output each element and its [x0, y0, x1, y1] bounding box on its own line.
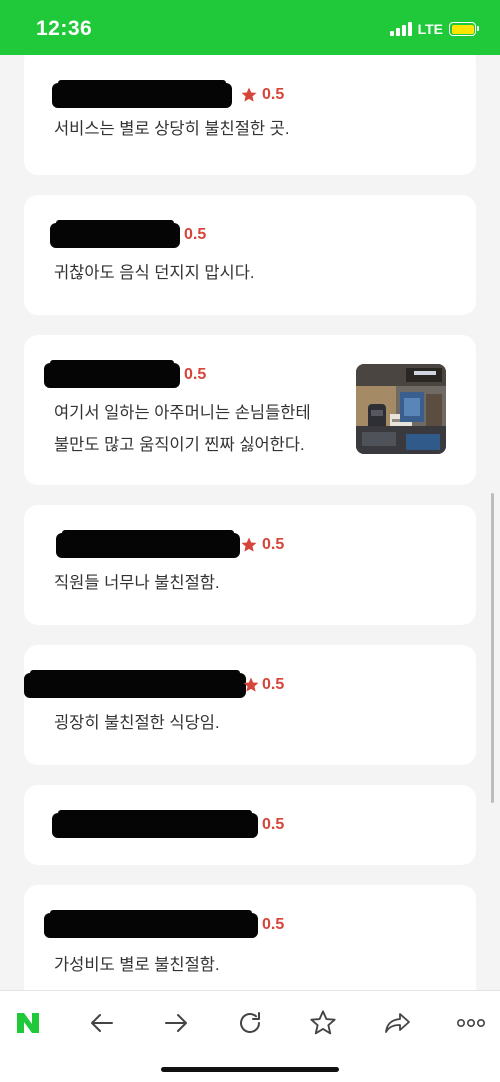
review-card[interactable]: 0.5 직원들 너무나 불친절함. — [24, 505, 476, 625]
star-icon — [241, 537, 257, 552]
redacted-username — [56, 530, 240, 558]
redacted-username — [44, 910, 258, 938]
review-card[interactable]: 0.5 서비스는 별로 상당히 불친절한 곳. — [24, 55, 476, 175]
review-card[interactable]: 0.5 굉장히 불친절한 식당임. — [24, 645, 476, 765]
review-text: 귀찮아도 음식 던지지 맙시다. — [54, 264, 255, 282]
more-icon[interactable] — [451, 1003, 491, 1043]
review-text: 여기서 일하는 아주머니는 손님들한테 — [54, 404, 311, 422]
network-type: LTE — [417, 21, 443, 37]
review-text: 서비스는 별로 상당히 불친절한 곳. — [54, 120, 290, 138]
back-arrow-icon[interactable] — [82, 1003, 122, 1043]
scrollbar[interactable] — [491, 493, 494, 803]
redacted-username — [52, 80, 232, 108]
forward-arrow-icon[interactable] — [156, 1003, 196, 1043]
review-text: 굉장히 불친절한 식당임. — [54, 714, 220, 732]
review-card[interactable]: 0.5 — [24, 785, 476, 865]
review-score: 0.5 — [262, 86, 285, 103]
review-score: 0.5 — [184, 226, 207, 243]
review-score: 0.5 — [262, 816, 285, 833]
review-text: 가성비도 별로 불친절함. — [54, 956, 220, 974]
review-card[interactable]: 0.5 귀찮아도 음식 던지지 맙시다. — [24, 195, 476, 315]
redacted-username — [24, 670, 246, 698]
review-photo[interactable] — [356, 364, 446, 454]
review-card[interactable]: 0.5 여기서 일하는 아주머니는 손님들한테 불만도 많고 움직이기 찐짜 싫… — [24, 335, 476, 485]
share-icon[interactable] — [377, 1003, 417, 1043]
status-indicators: LTE — [389, 21, 479, 37]
review-score: 0.5 — [262, 916, 285, 933]
reload-icon[interactable] — [230, 1003, 270, 1043]
browser-toolbar — [0, 990, 500, 1082]
star-icon — [243, 677, 259, 692]
review-score: 0.5 — [184, 366, 207, 383]
redacted-username — [50, 220, 180, 248]
signal-icon — [389, 22, 412, 36]
redacted-username — [52, 810, 258, 838]
status-bar: 12:36 LTE — [0, 0, 500, 55]
status-time: 12:36 — [36, 17, 93, 40]
review-text-line2: 불만도 많고 움직이기 찐짜 싫어한다. — [54, 436, 305, 454]
review-card[interactable]: 0.5 가성비도 별로 불친절함. — [24, 885, 476, 990]
battery-icon — [449, 22, 479, 36]
home-indicator[interactable] — [161, 1067, 339, 1072]
star-outline-icon[interactable] — [303, 1003, 343, 1043]
review-list[interactable]: 0.5 서비스는 별로 상당히 불친절한 곳. 0.5 귀찮아도 음식 던지지 … — [0, 55, 500, 990]
restaurant-photo-icon — [356, 364, 446, 454]
review-score: 0.5 — [262, 536, 285, 553]
review-score: 0.5 — [262, 676, 285, 693]
redacted-username — [44, 360, 180, 388]
review-text: 직원들 너무나 불친절함. — [54, 574, 220, 592]
naver-n-icon[interactable] — [8, 1003, 48, 1043]
star-icon — [241, 87, 257, 102]
